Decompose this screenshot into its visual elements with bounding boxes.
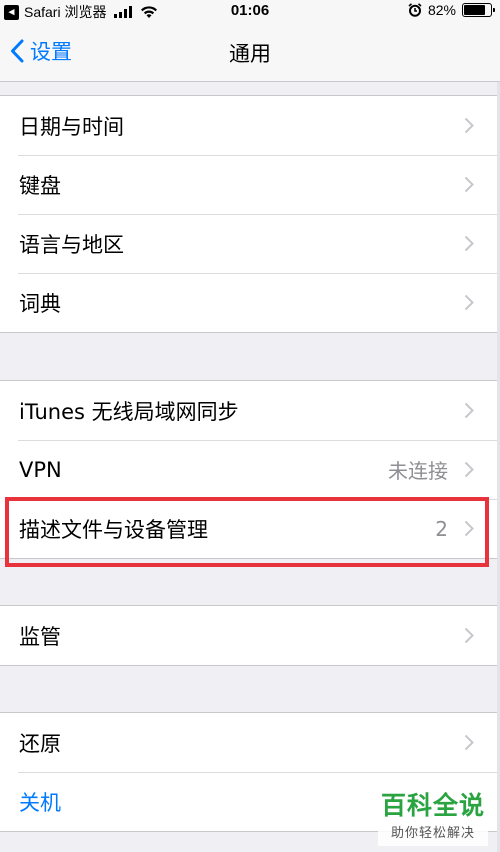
- setting-row-profiles-device-management[interactable]: 描述文件与设备管理 2: [0, 499, 500, 558]
- chevron-right-icon: [464, 294, 474, 311]
- battery-icon: [462, 3, 495, 17]
- setting-row-supervision[interactable]: 监管: [0, 606, 500, 665]
- watermark-subtitle: 助你轻松解决: [390, 826, 475, 841]
- battery-fill: [464, 5, 486, 15]
- setting-row-itunes-wifi-sync[interactable]: iTunes 无线局域网同步: [0, 381, 500, 440]
- watermark-title: 百科全说: [380, 791, 485, 820]
- setting-row-value: 2: [435, 516, 448, 541]
- chevron-right-icon: [464, 117, 474, 134]
- settings-group-supervision: 监管: [0, 605, 500, 666]
- setting-row-keyboard[interactable]: 键盘: [0, 155, 500, 214]
- carrier-label[interactable]: Safari 浏览器: [24, 2, 106, 22]
- chevron-right-icon: [464, 235, 474, 252]
- wifi-icon: [141, 6, 158, 18]
- setting-row-label: 日期与时间: [19, 114, 124, 139]
- chevron-right-icon: [464, 627, 474, 644]
- setting-row-label: 语言与地区: [19, 232, 124, 257]
- status-right: 82%: [408, 2, 495, 18]
- setting-row-label: 词典: [19, 291, 61, 316]
- setting-row-label: 键盘: [19, 173, 61, 198]
- setting-row-label: 描述文件与设备管理: [19, 517, 208, 542]
- settings-group-sync: iTunes 无线局域网同步 VPN 未连接 描述文件与设备管理 2: [0, 380, 500, 559]
- setting-row-dictionary[interactable]: 词典: [0, 273, 500, 332]
- shutdown-label: 关机: [19, 790, 61, 815]
- watermark: 百科全说 助你轻松解决: [378, 790, 488, 846]
- setting-row-value: 未连接: [388, 459, 448, 483]
- status-left: ◂ Safari 浏览器: [4, 2, 158, 22]
- setting-row-reset[interactable]: 还原: [0, 713, 500, 772]
- setting-row-language-region[interactable]: 语言与地区: [0, 214, 500, 273]
- chevron-right-icon: [464, 734, 474, 751]
- chevron-right-icon: [464, 520, 474, 537]
- alarm-icon: [408, 3, 422, 17]
- setting-row-label: iTunes 无线局域网同步: [19, 399, 239, 424]
- setting-row-vpn[interactable]: VPN 未连接: [0, 440, 500, 499]
- page-title: 通用: [229, 42, 271, 66]
- setting-row-label: VPN: [19, 457, 62, 482]
- back-to-app-icon[interactable]: ◂: [4, 4, 19, 20]
- settings-group-datetime: 日期与时间 键盘 语言与地区 词典: [0, 95, 500, 333]
- setting-row-label: 监管: [19, 624, 61, 649]
- chevron-right-icon: [464, 461, 474, 478]
- navigation-bar: 设置 通用: [0, 22, 500, 82]
- battery-percent: 82%: [427, 2, 456, 18]
- chevron-right-icon: [464, 176, 474, 193]
- setting-row-date-time[interactable]: 日期与时间: [0, 96, 500, 155]
- signal-icon: [114, 6, 133, 18]
- setting-row-label: 还原: [19, 731, 61, 756]
- status-bar: ◂ Safari 浏览器 01:06 82%: [0, 0, 500, 22]
- chevron-right-icon: [464, 402, 474, 419]
